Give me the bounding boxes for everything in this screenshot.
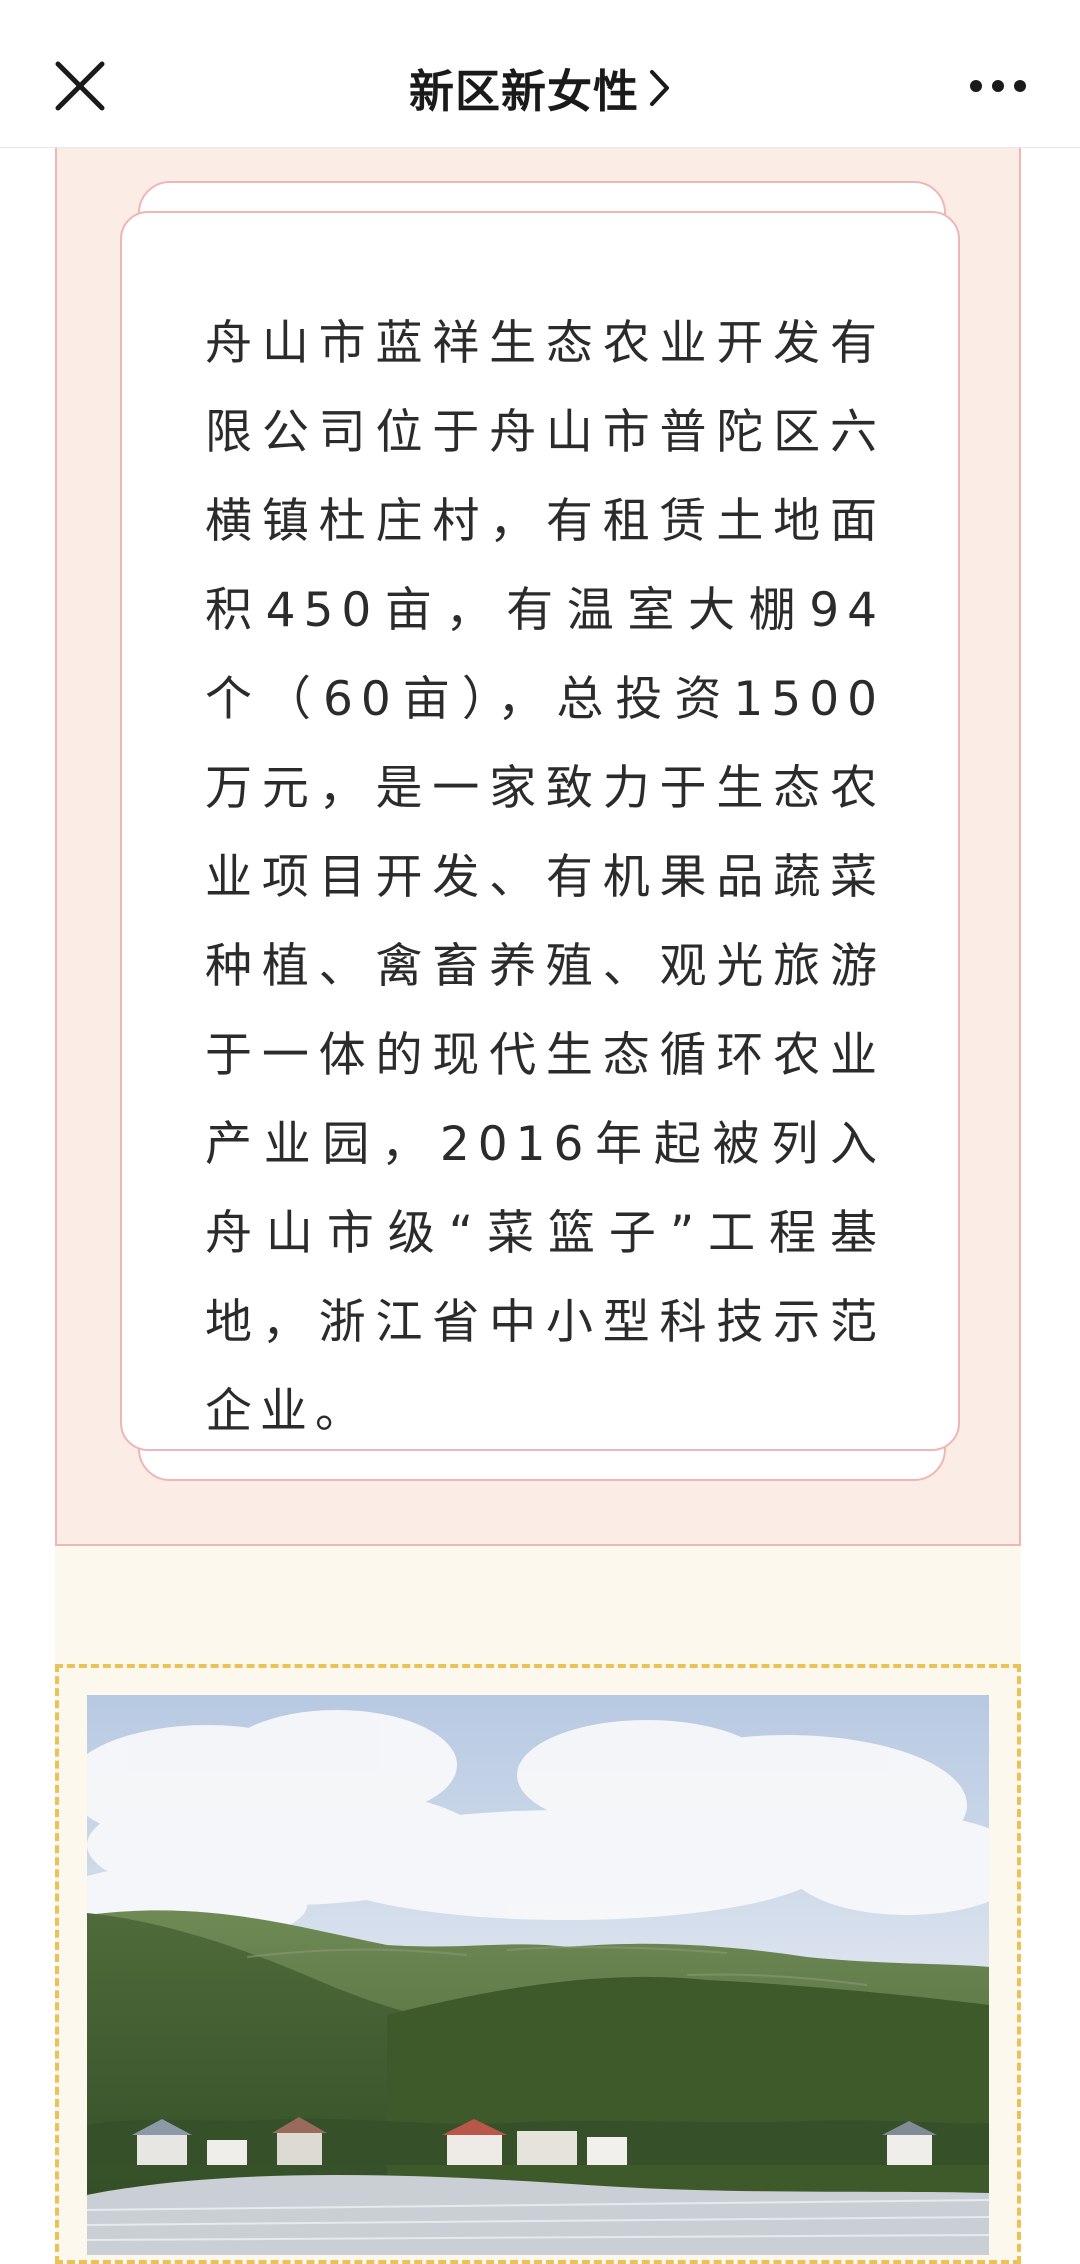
article-body: 舟山市蓝祥生态农业开发有限公司位于舟山市普陀区六横镇杜庄村，有租赁土地面积450…: [0, 147, 1080, 2264]
intro-paragraph: 舟山市蓝祥生态农业开发有限公司位于舟山市普陀区六横镇杜庄村，有租赁土地面积450…: [205, 316, 885, 1439]
close-button[interactable]: [52, 58, 108, 114]
close-icon: [55, 61, 105, 111]
chevron-right-icon: [650, 69, 669, 106]
more-horizontal-icon: [970, 80, 1026, 92]
page-title: 新区新女性: [408, 65, 639, 118]
farm-landscape-photo[interactable]: [87, 1695, 989, 2255]
section-spacer: [55, 1546, 1021, 1666]
more-options-button[interactable]: [968, 74, 1028, 98]
account-title-button[interactable]: 新区新女性: [409, 55, 671, 120]
top-navigation-bar: 新区新女性: [0, 0, 1080, 148]
landscape-image: [87, 1695, 989, 2255]
